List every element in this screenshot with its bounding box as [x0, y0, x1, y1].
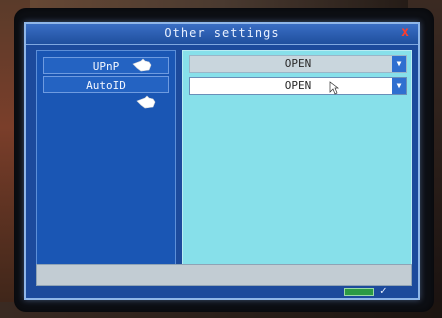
chevron-down-icon[interactable]: ▼: [392, 56, 406, 72]
ok-button[interactable]: [344, 288, 374, 296]
status-bar: [36, 264, 412, 286]
hand-pointer-icon: [132, 58, 152, 72]
settings-label-panel: UPnP AutoID: [36, 50, 176, 278]
other-settings-dialog: Other settings x UPnP AutoID OPEN ▼ OPEN…: [24, 22, 420, 300]
dialog-title: Other settings: [164, 26, 280, 40]
upnp-select[interactable]: OPEN ▼: [189, 55, 407, 73]
chevron-down-icon[interactable]: ▼: [392, 78, 406, 94]
autoid-label: AutoID: [43, 76, 169, 93]
upnp-value: OPEN: [284, 57, 312, 70]
settings-value-panel: OPEN ▼ OPEN ▼: [182, 50, 412, 278]
close-icon[interactable]: x: [398, 26, 412, 40]
autoid-value: OPEN: [284, 79, 312, 92]
check-icon[interactable]: ✓: [380, 284, 394, 298]
mouse-cursor-icon: [329, 81, 339, 95]
dialog-titlebar: Other settings x: [26, 24, 418, 45]
hand-pointer-icon: [136, 95, 156, 109]
autoid-select[interactable]: OPEN ▼: [189, 77, 407, 95]
